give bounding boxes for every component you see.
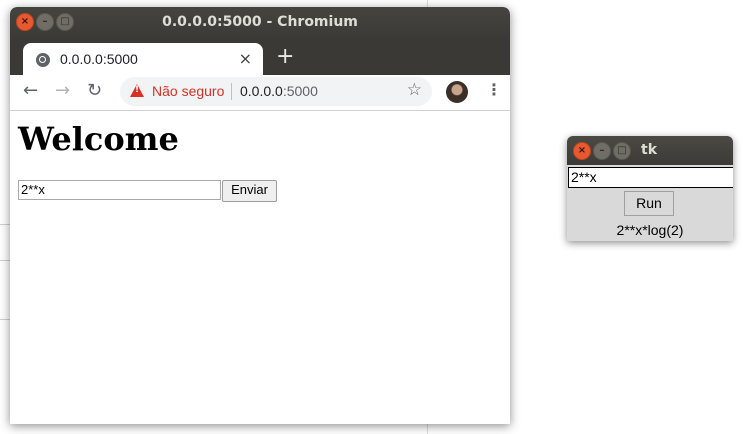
tk-window-title: tk <box>641 142 658 158</box>
reload-icon[interactable]: ↻ <box>87 80 102 101</box>
back-arrow-icon[interactable]: ← <box>23 80 38 101</box>
chromium-window: × – □ 0.0.0.0:5000 - Chromium 0.0.0.0:50… <box>10 7 510 424</box>
expression-input[interactable]: 2**x <box>18 180 221 200</box>
tk-window: × – □ tk 2**x Run 2**x*log(2) <box>567 136 733 241</box>
browser-toolbar: ← → ↻ ! Não seguro 0.0.0.0:5000 ☆ ⋮ <box>10 75 510 111</box>
globe-icon <box>36 53 50 67</box>
tab-active[interactable]: 0.0.0.0:5000 × <box>23 43 263 77</box>
tab-title: 0.0.0.0:5000 <box>60 51 138 67</box>
minimize-window-icon[interactable]: – <box>593 142 611 160</box>
menu-dots-icon[interactable]: ⋮ <box>486 80 502 99</box>
page-heading: Welcome <box>18 120 179 158</box>
address-bar[interactable]: ! Não seguro 0.0.0.0:5000 ☆ <box>120 77 432 106</box>
tk-expression-entry[interactable]: 2**x <box>568 167 733 188</box>
tab-close-icon[interactable]: × <box>239 49 252 68</box>
tab-strip: 0.0.0.0:5000 × + <box>10 39 510 77</box>
warning-mark: ! <box>135 85 140 95</box>
tk-titlebar[interactable]: × – □ tk <box>567 136 733 165</box>
security-status[interactable]: Não seguro <box>152 83 224 99</box>
forward-arrow-icon[interactable]: → <box>55 80 70 101</box>
new-tab-button[interactable]: + <box>276 44 294 69</box>
chromium-titlebar[interactable]: × – □ 0.0.0.0:5000 - Chromium <box>10 7 510 39</box>
window-title: 0.0.0.0:5000 - Chromium <box>162 14 358 30</box>
profile-avatar[interactable] <box>446 81 468 103</box>
address-separator <box>231 83 232 100</box>
run-button[interactable]: Run <box>624 191 674 216</box>
maximize-window-icon[interactable]: □ <box>613 142 631 160</box>
close-window-icon[interactable]: × <box>573 142 591 160</box>
result-label: 2**x*log(2) <box>616 222 684 238</box>
web-page: Welcome 2**x Enviar <box>10 111 510 424</box>
bookmark-star-icon[interactable]: ☆ <box>407 80 422 100</box>
url-port: :5000 <box>282 83 318 99</box>
submit-button[interactable]: Enviar <box>222 180 277 202</box>
url-host: 0.0.0.0 <box>240 83 283 99</box>
url-text[interactable]: 0.0.0.0:5000 <box>240 83 318 99</box>
